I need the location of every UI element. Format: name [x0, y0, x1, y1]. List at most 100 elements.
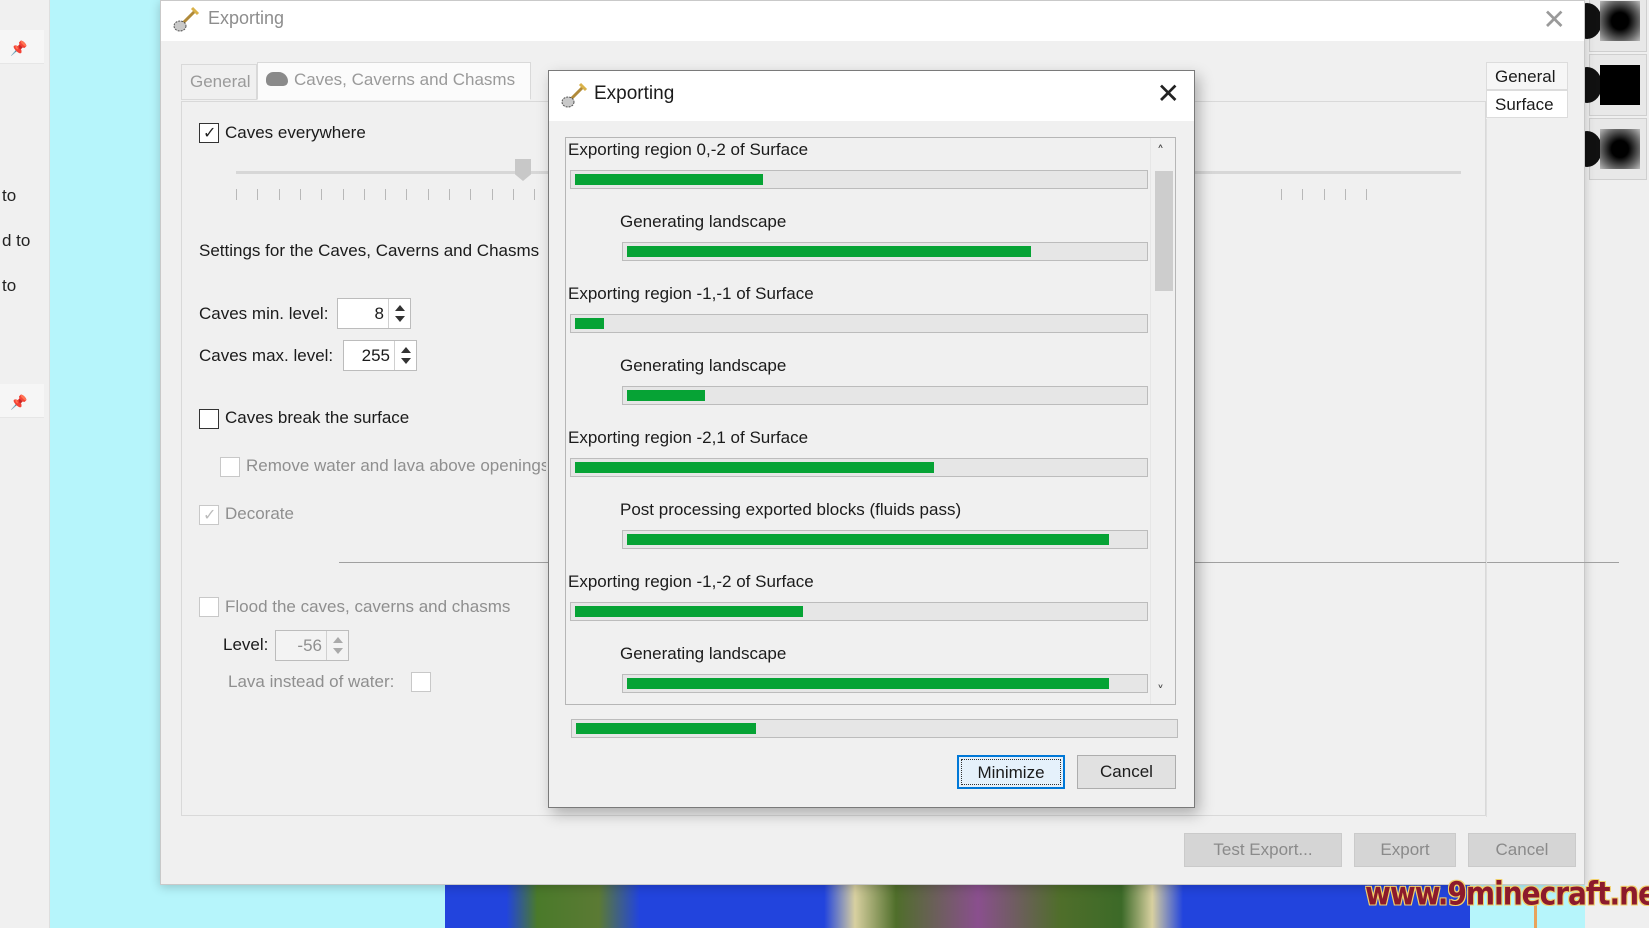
scrollbar-thumb[interactable]: [1155, 171, 1173, 291]
spinner-value[interactable]: 8: [375, 304, 384, 324]
task-progress-list[interactable]: ˄ ˅ Exporting region 0,-2 of Surface Gene…: [565, 137, 1176, 705]
checkmark-icon: ✓: [203, 123, 217, 142]
slider-tick: [257, 189, 259, 200]
slider-tick: [321, 189, 323, 200]
spinner-value[interactable]: 255: [362, 346, 390, 366]
pin-icon[interactable]: 📌: [10, 394, 27, 410]
layer-tab-general[interactable]: General: [1486, 62, 1568, 90]
brush-tool[interactable]: [1572, 0, 1647, 52]
progress-dialog: Exporting ✕ ˄ ˅ Exporting region 0,-2 of…: [548, 70, 1195, 808]
brush-tool[interactable]: [1572, 54, 1647, 116]
decorate-checkbox[interactable]: ✓: [199, 505, 219, 525]
subtask-progress-bar: [622, 674, 1148, 693]
flood-level-label: Level:: [223, 635, 269, 654]
progress-fill: [627, 390, 705, 401]
close-icon[interactable]: ✕: [1157, 77, 1180, 110]
cloud-icon: [266, 72, 288, 86]
slider-tick: [1281, 189, 1282, 200]
spinner-up-icon[interactable]: [395, 305, 405, 311]
subtask-progress-bar: [622, 530, 1148, 549]
slider-tick: [512, 189, 514, 200]
spinner-up-icon[interactable]: [333, 637, 343, 643]
subtask-label: Post processing exported blocks (fluids …: [620, 500, 962, 519]
layer-tab-surface[interactable]: Surface: [1486, 90, 1568, 118]
slider-tick: [1302, 189, 1304, 200]
progress-dialog-titlebar: Exporting ✕: [549, 71, 1194, 121]
slider-tick: [406, 189, 408, 200]
slider-tick: [278, 189, 280, 200]
layer-tab-label: Surface: [1495, 95, 1554, 114]
scroll-up-icon[interactable]: ˄: [1157, 144, 1164, 160]
progress-fill: [575, 174, 763, 185]
subtask-label: Generating landscape: [620, 212, 787, 231]
spinner-value[interactable]: -56: [297, 636, 322, 656]
tab-general[interactable]: General: [181, 64, 257, 100]
spinner-down-icon[interactable]: [401, 358, 411, 364]
brush-square-icon: [1600, 129, 1640, 169]
flood-level-spinner[interactable]: -56: [275, 630, 349, 661]
right-toolbar: [1572, 0, 1649, 928]
caves-max-level-spinner[interactable]: 255: [343, 340, 417, 371]
spinner-down-icon[interactable]: [395, 316, 405, 322]
layer-pane: [1486, 119, 1571, 817]
decorate-label: Decorate: [225, 504, 294, 523]
region-task-label: Exporting region -1,-1 of Surface: [568, 284, 814, 303]
flood-caves-label: Flood the caves, caverns and chasms: [225, 597, 511, 616]
export-window-title: Exporting: [208, 8, 285, 28]
region-progress-bar: [570, 314, 1148, 333]
slider-tick: [534, 189, 536, 200]
test-export-button[interactable]: Test Export...: [1184, 833, 1342, 867]
cancel-button[interactable]: Cancel: [1077, 755, 1176, 789]
export-window-titlebar: Exporting ✕: [161, 1, 1584, 41]
tab-label: Caves, Caverns and Chasms: [294, 70, 516, 89]
cancel-export-button[interactable]: Cancel: [1468, 833, 1576, 867]
world-map[interactable]: [445, 885, 1470, 928]
spinner-up-icon[interactable]: [401, 347, 411, 353]
region-task-label: Exporting region 0,-2 of Surface: [568, 140, 809, 159]
slider-tick: [342, 189, 344, 200]
flood-caves-checkbox[interactable]: [199, 597, 219, 617]
slider-tick: [470, 189, 472, 200]
panel-label: to: [2, 276, 17, 295]
minimize-button[interactable]: Minimize: [957, 755, 1065, 789]
slider-tick: [449, 189, 450, 200]
region-task-label: Exporting region -1,-2 of Surface: [568, 572, 814, 591]
slider-tick: [491, 189, 493, 200]
region-progress-bar: [570, 458, 1148, 477]
caves-break-surface-label: Caves break the surface: [225, 408, 410, 427]
progress-fill: [627, 534, 1109, 545]
pin-icon[interactable]: 📌: [10, 40, 27, 56]
progress-fill: [575, 318, 604, 329]
caves-min-level-spinner[interactable]: 8: [337, 298, 411, 329]
spinner-down-icon[interactable]: [333, 648, 343, 654]
map-background: [50, 0, 160, 928]
brush-square-icon: [1600, 65, 1640, 105]
progress-fill: [575, 606, 803, 617]
region-progress-bar: [570, 170, 1148, 189]
overall-progress-bar: [571, 719, 1178, 738]
panel-label: to: [2, 186, 17, 205]
close-icon[interactable]: ✕: [1543, 3, 1566, 36]
spinner-buttons: [326, 631, 348, 660]
tab-caves-caverns-chasms[interactable]: Caves, Caverns and Chasms: [257, 62, 531, 100]
subtask-progress-bar: [622, 386, 1148, 405]
region-task-label: Exporting region -2,1 of Surface: [568, 428, 809, 447]
vertical-scrollbar[interactable]: ˄ ˅: [1150, 138, 1175, 704]
brush-square-icon: [1600, 1, 1640, 41]
spinner-buttons: [388, 299, 410, 328]
lava-instead-checkbox[interactable]: [411, 672, 431, 692]
slider-tick: [427, 189, 429, 200]
remove-water-lava-checkbox[interactable]: [220, 457, 240, 477]
spinner-buttons: [394, 341, 416, 370]
caves-break-surface-checkbox[interactable]: [199, 409, 219, 429]
subtask-label: Generating landscape: [620, 644, 787, 663]
caves-everywhere-checkbox[interactable]: ✓: [199, 123, 219, 143]
shovel-icon: [173, 6, 200, 32]
brush-tool[interactable]: [1572, 118, 1647, 180]
lava-instead-label: Lava instead of water:: [228, 672, 395, 691]
scroll-down-icon[interactable]: ˅: [1157, 684, 1164, 700]
progress-dialog-title: Exporting: [594, 83, 675, 104]
left-side-panel: 📌 to d to to 📌: [0, 0, 50, 928]
export-button[interactable]: Export: [1354, 833, 1456, 867]
slider-tick: [1323, 189, 1325, 200]
